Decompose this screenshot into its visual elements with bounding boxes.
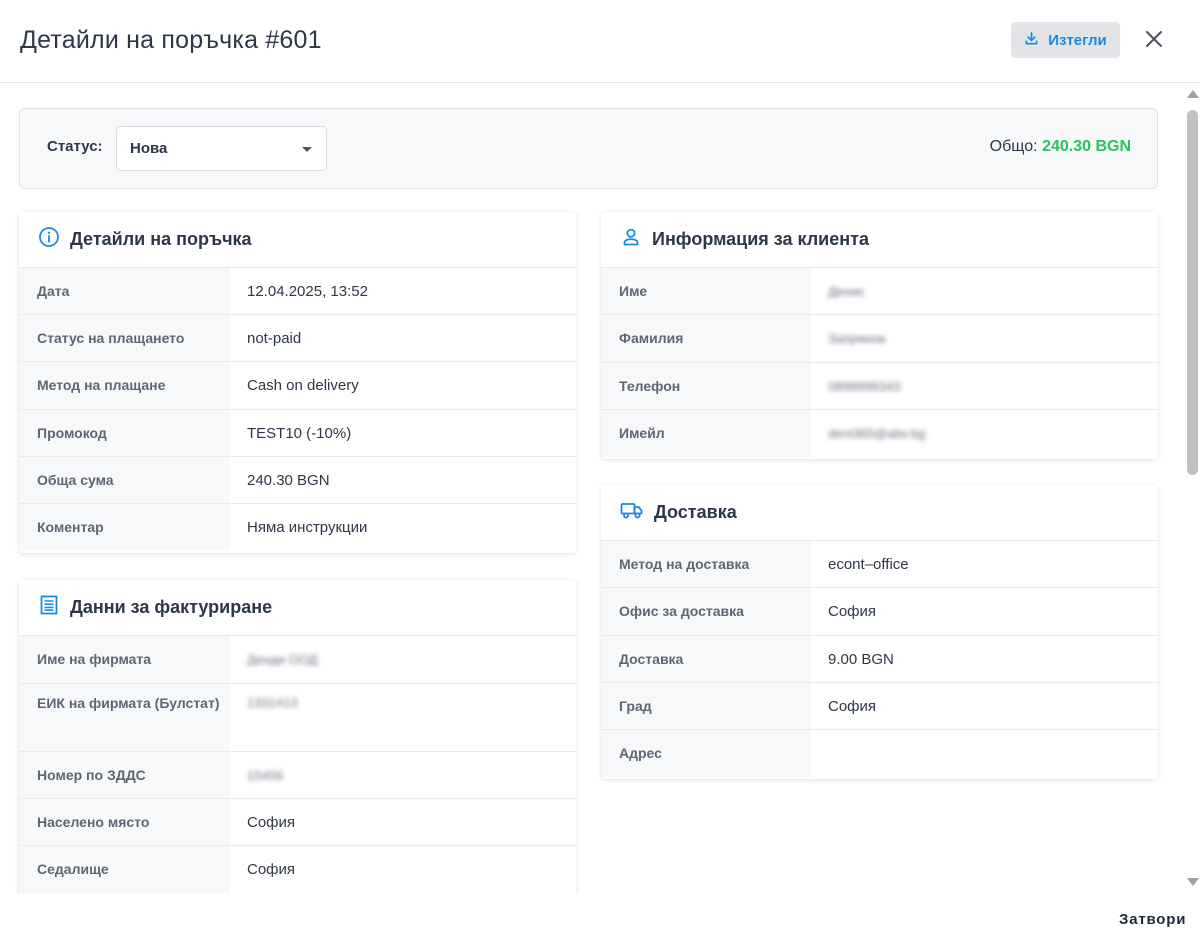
- download-button[interactable]: Изтегли: [1011, 22, 1120, 58]
- row-label: Населено място: [19, 799, 230, 845]
- row-value: Cash on delivery: [247, 377, 359, 394]
- status-select[interactable]: Нова: [116, 126, 327, 171]
- row-label: Фамилия: [601, 315, 811, 362]
- row-label: ЕИК на фирмата (Булстат): [19, 684, 230, 751]
- card-title: Данни за фактуриране: [70, 597, 273, 617]
- table-row: Дата 12.04.2025, 13:52: [19, 268, 576, 315]
- table-row: Обща сума 240.30 BGN: [19, 457, 576, 504]
- status-bar: Статус: Нова Общо: 240.30 BGN: [19, 108, 1158, 189]
- info-circle-icon: [38, 226, 60, 253]
- row-value: 12.04.2025, 13:52: [247, 282, 368, 300]
- row-value: Няма инструкции: [247, 519, 368, 536]
- row-value: 240.30 BGN: [247, 471, 330, 489]
- row-value: София: [828, 603, 877, 620]
- table-row: Населено място София: [19, 799, 576, 846]
- table-row: Град София: [601, 683, 1158, 730]
- table-row: Име на фирмата Денди ООД: [19, 636, 576, 684]
- row-value: 15456: [247, 767, 284, 783]
- receipt-icon: [38, 594, 60, 621]
- row-label: Номер по ЗДДС: [19, 752, 230, 798]
- row-label: Имейл: [601, 410, 811, 457]
- table-row: Телефон 0898998343: [601, 363, 1158, 410]
- card-header: Детайли на поръчка: [19, 212, 576, 268]
- close-icon[interactable]: [1143, 28, 1165, 50]
- card-header: Информация за клиента: [601, 212, 1158, 268]
- total-amount: 240.30 BGN: [1042, 138, 1131, 155]
- row-value: Запрянов: [828, 331, 886, 346]
- scroll-up-icon[interactable]: [1187, 90, 1199, 98]
- row-value: 0898998343: [828, 378, 901, 394]
- chevron-down-icon: [302, 147, 312, 152]
- row-value: [811, 730, 828, 777]
- row-label: Офис за доставка: [601, 588, 811, 635]
- row-value: София: [247, 861, 296, 878]
- page-title: Детайли на поръчка #601: [20, 26, 322, 54]
- close-button[interactable]: Затвори: [1119, 911, 1186, 928]
- row-label: Дата: [19, 268, 230, 314]
- table-row: Име Денис: [601, 268, 1158, 315]
- row-value: econt–office: [828, 555, 909, 573]
- row-label: Име на фирмата: [19, 636, 230, 683]
- scroll-thumb[interactable]: [1187, 110, 1198, 475]
- table-row: Фамилия Запрянов: [601, 315, 1158, 363]
- table-row: Метод на доставка econt–office: [601, 541, 1158, 588]
- row-label: Коментар: [19, 504, 230, 551]
- table-row: Метод на плащане Cash on delivery: [19, 362, 576, 410]
- total-label: Общо:: [989, 138, 1038, 155]
- billing-card: Данни за фактуриране Име на фирмата Денди…: [19, 580, 576, 894]
- row-value: Денис: [828, 283, 865, 299]
- vertical-scrollbar[interactable]: [1184, 84, 1200, 894]
- row-label: Телефон: [601, 363, 811, 409]
- status-select-value: Нова: [130, 140, 168, 157]
- row-value: 9.00 BGN: [828, 650, 894, 668]
- row-label: Метод на доставка: [601, 541, 811, 587]
- row-value: not-paid: [247, 329, 302, 347]
- download-label: Изтегли: [1048, 31, 1107, 49]
- row-value: София: [247, 813, 296, 831]
- table-row: ЕИК на фирмата (Булстат) 1331413: [19, 684, 576, 752]
- row-label: Статус на плащането: [19, 315, 230, 361]
- row-label: Метод на плащане: [19, 362, 230, 409]
- row-value: София: [828, 697, 877, 715]
- table-row: Офис за доставка София: [601, 588, 1158, 636]
- row-label: Адрес: [601, 730, 811, 777]
- card-title: Доставка: [654, 502, 737, 522]
- status-label: Статус:: [47, 138, 103, 155]
- row-value: 1331413: [247, 695, 298, 710]
- table-row: Имейл deni365@abv.bg: [601, 410, 1158, 457]
- row-value: Денди ООД: [247, 652, 318, 667]
- card-header: Доставка: [601, 485, 1158, 541]
- table-row: Промокод TEST10 (-10%): [19, 410, 576, 457]
- client-card: Информация за клиента Име Денис Фамилия За…: [601, 212, 1158, 459]
- table-row: Номер по ЗДДС 15456: [19, 752, 576, 799]
- row-label: Град: [601, 683, 811, 729]
- table-row: Статус на плащането not-paid: [19, 315, 576, 362]
- row-label: Седалище: [19, 846, 230, 893]
- row-label: Доставка: [601, 636, 811, 682]
- row-value: deni365@abv.bg: [828, 426, 926, 441]
- order-total: Общо: 240.30 BGN: [990, 138, 1131, 156]
- card-header: Данни за фактуриране: [19, 580, 576, 636]
- scroll-down-icon[interactable]: [1187, 878, 1199, 886]
- row-label: Промокод: [19, 410, 230, 456]
- user-icon: [620, 226, 642, 253]
- delivery-card: Доставка Метод на доставка econt–office О…: [601, 485, 1158, 779]
- card-title: Детайли на поръчка: [70, 229, 252, 249]
- row-value: TEST10 (-10%): [247, 424, 352, 442]
- order-details-card: Детайли на поръчка Дата 12.04.2025, 13:52…: [19, 212, 576, 553]
- table-row: Доставка 9.00 BGN: [601, 636, 1158, 683]
- table-row: Адрес: [601, 730, 1158, 777]
- row-label: Име: [601, 268, 811, 314]
- modal-header: Детайли на поръчка #601 Изтегли: [0, 0, 1200, 83]
- table-row: Коментар Няма инструкции: [19, 504, 576, 551]
- modal-body[interactable]: Статус: Нова Общо: 240.30 BGN Детайли на…: [0, 84, 1184, 894]
- table-row: Седалище София: [19, 846, 576, 893]
- row-label: Обща сума: [19, 457, 230, 503]
- truck-icon: [620, 499, 644, 526]
- download-icon: [1024, 31, 1039, 50]
- card-title: Информация за клиента: [652, 229, 869, 249]
